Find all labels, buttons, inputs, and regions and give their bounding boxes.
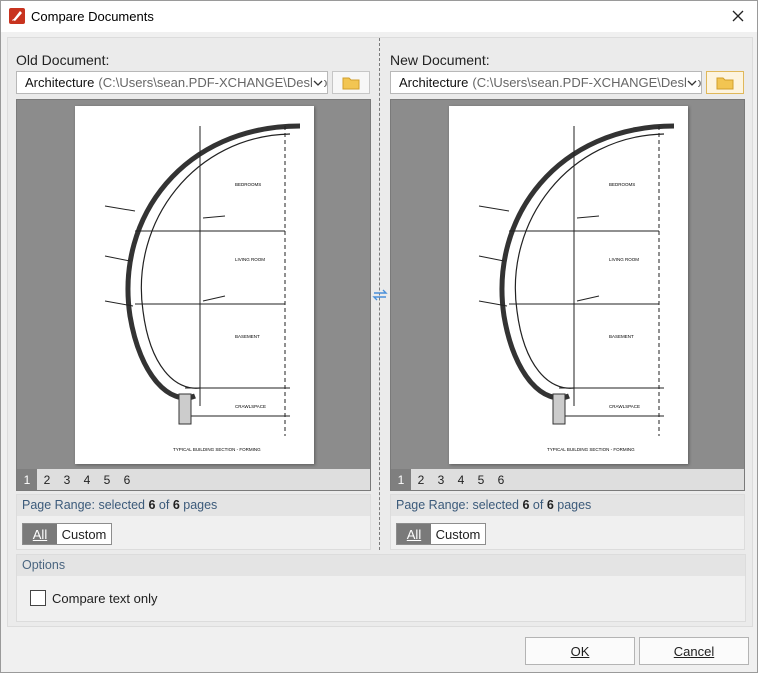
drawing-caption: TYPICAL BUILDING SECTION - FORMING [173, 447, 261, 452]
options-heading: Options [17, 555, 745, 576]
new-page-1[interactable]: 1 [391, 469, 411, 490]
architectural-drawing: BEDROOMS LIVING ROOM BASEMENT CRAWLSPACE… [104, 123, 301, 452]
drawing-label-crawlspace: CRAWLSPACE [235, 404, 266, 409]
old-page-4[interactable]: 4 [77, 469, 97, 490]
old-range-all-button[interactable]: All [23, 524, 57, 544]
new-page-range-summary: Page Range: selected 6 of 6 pages [391, 495, 744, 516]
new-page-5[interactable]: 5 [471, 469, 491, 490]
compare-text-only-checkbox[interactable] [30, 590, 46, 606]
ok-button-label: OK [570, 643, 590, 659]
ok-button[interactable]: OK [525, 637, 635, 665]
old-range-toggle: All Custom [22, 523, 112, 545]
old-page-1[interactable]: 1 [17, 469, 37, 490]
drawing-label-living-room: LIVING ROOM [609, 257, 639, 262]
drawing-label-living-room: LIVING ROOM [235, 257, 265, 262]
cancel-button[interactable]: Cancel [639, 637, 749, 665]
compare-documents-dialog: Compare Documents Old Document: Architec… [0, 0, 758, 673]
new-page-4[interactable]: 4 [451, 469, 471, 490]
folder-icon [342, 77, 360, 89]
drawing-label-basement: BASEMENT [609, 334, 634, 339]
new-document-select[interactable]: Architecture (C:\Users\sean.PDF-XCHANGE\… [390, 71, 702, 94]
new-document-path: (C:\Users\sean.PDF-XCHANGE\Desktop [472, 75, 702, 90]
swap-icon[interactable] [371, 288, 389, 302]
new-page-6[interactable]: 6 [491, 469, 511, 490]
app-icon [9, 8, 25, 24]
new-range-custom-button[interactable]: Custom [431, 524, 485, 544]
options-panel: Options Compare text only [16, 554, 746, 622]
compare-text-only-label: Compare text only [52, 590, 158, 606]
old-page-range-panel: Page Range: selected 6 of 6 pages All Cu… [16, 494, 371, 550]
old-page-5[interactable]: 5 [97, 469, 117, 490]
new-document-label: New Document: [390, 52, 490, 68]
old-page-3[interactable]: 3 [57, 469, 77, 490]
cancel-button-label: Cancel [673, 643, 715, 659]
old-document-name: Architecture [25, 75, 95, 90]
old-document-preview: BEDROOMS LIVING ROOM BASEMENT CRAWLSPACE… [16, 99, 371, 491]
old-range-custom-button[interactable]: Custom [57, 524, 111, 544]
old-page-selector: 1 2 3 4 5 6 [17, 469, 370, 490]
drawing-label-crawlspace: CRAWLSPACE [609, 404, 640, 409]
folder-icon [716, 77, 734, 89]
new-document-name: Architecture [399, 75, 469, 90]
chevron-down-icon [312, 76, 324, 90]
new-range-toggle: All Custom [396, 523, 486, 545]
old-page-6[interactable]: 6 [117, 469, 137, 490]
drawing-label-basement: BASEMENT [235, 334, 260, 339]
new-range-all-button[interactable]: All [397, 524, 431, 544]
new-page-3[interactable]: 3 [431, 469, 451, 490]
architectural-drawing: BEDROOMS LIVING ROOM BASEMENT CRAWLSPACE… [478, 123, 675, 452]
new-document-browse-button[interactable] [706, 71, 744, 94]
new-document-preview: BEDROOMS LIVING ROOM BASEMENT CRAWLSPACE… [390, 99, 745, 491]
old-document-path: (C:\Users\sean.PDF-XCHANGE\Desktop [98, 75, 328, 90]
drawing-label-bedrooms: BEDROOMS [235, 182, 261, 187]
chevron-down-icon [686, 76, 698, 90]
old-page-range-summary: Page Range: selected 6 of 6 pages [17, 495, 370, 516]
close-button[interactable] [725, 4, 751, 28]
old-document-label: Old Document: [16, 52, 110, 68]
compare-text-only-option[interactable]: Compare text only [30, 590, 158, 606]
old-document-select[interactable]: Architecture (C:\Users\sean.PDF-XCHANGE\… [16, 71, 328, 94]
close-icon [732, 10, 744, 22]
window-title: Compare Documents [31, 9, 154, 24]
old-page-2[interactable]: 2 [37, 469, 57, 490]
drawing-label-bedrooms: BEDROOMS [609, 182, 635, 187]
title-bar: Compare Documents [1, 1, 757, 32]
dialog-content: Old Document: Architecture (C:\Users\sea… [7, 37, 753, 627]
new-page-thumbnail: BEDROOMS LIVING ROOM BASEMENT CRAWLSPACE… [449, 106, 688, 464]
new-page-2[interactable]: 2 [411, 469, 431, 490]
old-page-thumbnail: BEDROOMS LIVING ROOM BASEMENT CRAWLSPACE… [75, 106, 314, 464]
old-document-browse-button[interactable] [332, 71, 370, 94]
new-page-range-panel: Page Range: selected 6 of 6 pages All Cu… [390, 494, 745, 550]
new-page-selector: 1 2 3 4 5 6 [391, 469, 744, 490]
drawing-caption: TYPICAL BUILDING SECTION - FORMING [547, 447, 635, 452]
